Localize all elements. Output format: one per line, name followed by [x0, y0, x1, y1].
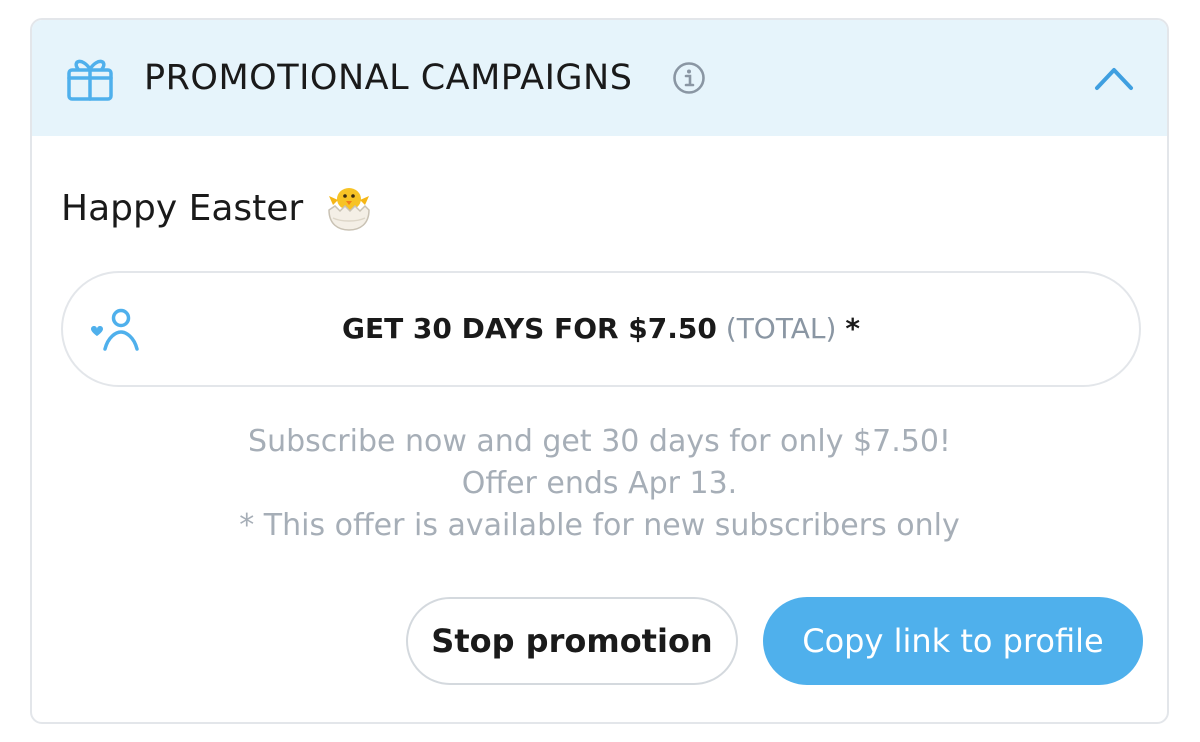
panel-header[interactable]: PROMOTIONAL CAMPAIGNS	[32, 20, 1167, 136]
gift-icon	[67, 59, 113, 101]
campaign-title: Happy Easter	[61, 186, 375, 232]
stop-promotion-button[interactable]: Stop promotion	[406, 597, 738, 685]
offer-pill: GET 30 DAYS FOR $7.50 (TOTAL) *	[61, 271, 1141, 387]
hatching-chick-icon	[327, 188, 370, 231]
campaign-title-text: Happy Easter	[61, 188, 304, 229]
chevron-up-icon[interactable]	[1092, 60, 1136, 96]
offer-text: GET 30 DAYS FOR $7.50 (TOTAL) *	[63, 310, 1139, 348]
offer-price-text: GET 30 DAYS FOR $7.50	[341, 312, 717, 345]
info-icon[interactable]	[672, 61, 706, 95]
copy-link-to-profile-button[interactable]: Copy link to profile	[763, 597, 1143, 685]
offer-disclaimer: * This offer is available for new subscr…	[239, 508, 960, 543]
panel-title: PROMOTIONAL CAMPAIGNS	[144, 58, 633, 98]
offer-end-date: Offer ends Apr 13.	[461, 466, 738, 501]
offer-description-line: Subscribe now and get 30 days for only $…	[248, 424, 951, 459]
promotional-campaigns-panel: PROMOTIONAL CAMPAIGNS Happy Easter GET 3…	[30, 18, 1169, 724]
offer-total-label: (TOTAL)	[725, 312, 837, 345]
offer-asterisk: *	[845, 312, 861, 345]
